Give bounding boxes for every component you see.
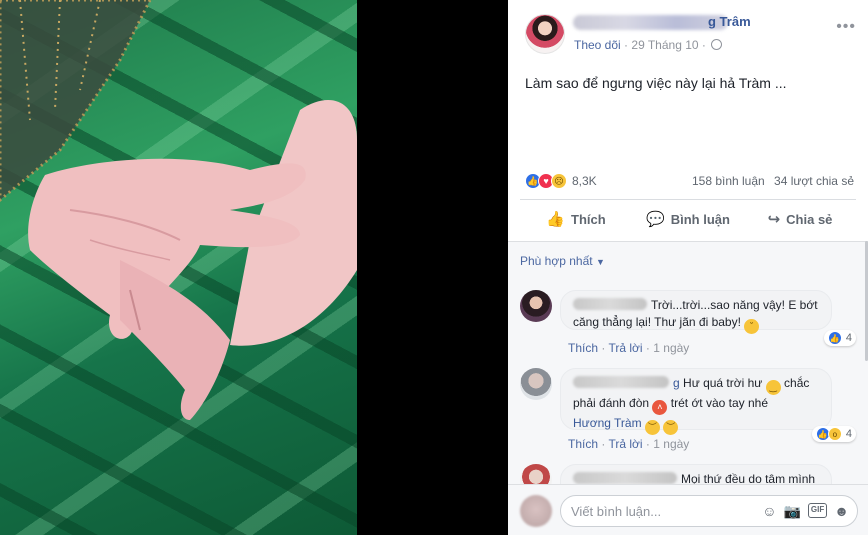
like-reaction-icon: 👍 (827, 331, 842, 345)
globe-icon (711, 39, 723, 50)
comment-button[interactable]: 💬 Bình luận (632, 201, 744, 237)
commenter-name-blurred[interactable] (573, 298, 647, 310)
share-arrow-icon: ↪ (767, 211, 781, 228)
sad-emoji-icon: ︶ (644, 420, 660, 435)
share-count[interactable]: 34 lượt chia sẻ (774, 174, 854, 188)
comment-composer: ☺ 📷 GIF ☻ (508, 484, 868, 535)
comment-label: Bình luận (670, 211, 730, 227)
post-actions: 👍 Thích 💬 Bình luận ↪ Chia sẻ (520, 201, 856, 237)
comment-text: căng thẳng lại! Thư jãn đi baby! (573, 315, 741, 329)
like-label: Thích (571, 211, 606, 227)
caret-down-icon: ▼ (595, 257, 605, 267)
comment-actions: Thích · Trả lời · 1 ngày (568, 341, 689, 355)
comment-text: Trời...trời...sao năng vậy! E bớt (651, 298, 818, 312)
commenter-name[interactable]: g (673, 376, 680, 390)
emoji-icon[interactable]: ☺ (762, 503, 776, 520)
comment-text: chắc (784, 376, 810, 390)
post-stats: 158 bình luận 34 lượt chia sẻ (692, 174, 854, 188)
author-name-blurred[interactable] (573, 15, 728, 30)
hands-illustration (0, 0, 357, 420)
comment-actions: Thích · Trả lời · 1 ngày (568, 437, 689, 451)
commenter-name-blurred[interactable] (573, 376, 669, 388)
comment-input-box[interactable]: ☺ 📷 GIF ☻ (560, 495, 858, 527)
comment-text: Hư quá trời hư (683, 376, 763, 390)
reaction-summary[interactable]: 👍 ♥ ☹ 8,3K (525, 172, 597, 190)
comment-sort-dropdown[interactable]: Phù hợp nhất ▼ (520, 254, 605, 268)
comment-reactions[interactable]: 👍 4 (823, 330, 856, 346)
comment-like-link[interactable]: Thích (568, 437, 598, 451)
author-name[interactable]: g Trâm (708, 14, 751, 29)
comment-bubble: Trời...trời...sao năng vậy! E bớt căng t… (560, 290, 832, 334)
sad-emoji-icon: ︶ (663, 420, 679, 435)
meta-separator: · (701, 38, 710, 52)
reaction-count: 8,3K (572, 174, 597, 188)
current-user-avatar (520, 495, 552, 527)
share-label: Chia sẻ (786, 211, 833, 227)
sticker-icon[interactable]: ☻ (834, 503, 849, 520)
comment-reactions[interactable]: 👍 o 4 (811, 426, 856, 442)
commenter-avatar[interactable] (520, 368, 552, 400)
comment-count[interactable]: 158 bình luận (692, 174, 765, 188)
share-button[interactable]: ↪ Chia sẻ (744, 201, 856, 237)
comment-reply-link[interactable]: Trả lời (608, 341, 642, 355)
relieved-emoji-icon: ˘ (744, 319, 760, 334)
speech-bubble-icon: 💬 (646, 211, 665, 228)
gif-icon[interactable]: GIF (807, 503, 828, 518)
comment-time[interactable]: 1 ngày (653, 341, 689, 355)
divider (520, 199, 856, 200)
post-meta: Theo dõi · 29 Tháng 10 · (574, 38, 723, 52)
camera-icon[interactable]: 📷 (783, 503, 800, 520)
sort-label: Phù hợp nhất (520, 254, 593, 268)
comment-like-link[interactable]: Thích (568, 341, 598, 355)
like-button[interactable]: 👍 Thích (520, 201, 632, 237)
comment-text: trét ớt vào tay nhé (670, 396, 769, 410)
comment-reaction-count: 4 (845, 428, 852, 440)
comment-reply-link[interactable]: Trả lời (608, 437, 642, 451)
more-options-icon[interactable]: ••• (836, 18, 856, 36)
photo-viewer (0, 0, 508, 535)
author-avatar[interactable] (525, 14, 565, 54)
post-date[interactable]: 29 Tháng 10 (631, 38, 698, 52)
tagged-user-link[interactable]: Hương Tràm (573, 416, 642, 430)
comment-text: phải đánh đòn (573, 396, 650, 410)
comment-reaction-count: 4 (845, 332, 852, 344)
thumbs-up-icon: 👍 (546, 211, 565, 228)
wow-reaction-icon: o (827, 427, 842, 441)
rolling-eyes-emoji-icon: ‿ (765, 380, 781, 395)
composer-tools: ☺ 📷 GIF ☻ (762, 503, 849, 520)
angry-emoji-icon: ˄ (652, 400, 668, 415)
sad-reaction-icon: ☹ (551, 173, 567, 189)
post-text: Làm sao để ngưng việc này lại hả Tràm ..… (525, 75, 787, 91)
post-panel: g Trâm Theo dõi · 29 Tháng 10 · ••• Làm … (508, 0, 868, 535)
comment-bubble: g Hư quá trời hư ‿ chắc phải đánh đòn ˄ … (560, 368, 832, 435)
follow-link[interactable]: Theo dõi (574, 38, 621, 52)
commenter-name-blurred[interactable] (573, 472, 677, 484)
comment-time[interactable]: 1 ngày (653, 437, 689, 451)
post-photo[interactable] (0, 0, 357, 535)
commenter-avatar[interactable] (520, 290, 552, 322)
comment-input[interactable] (571, 504, 751, 519)
